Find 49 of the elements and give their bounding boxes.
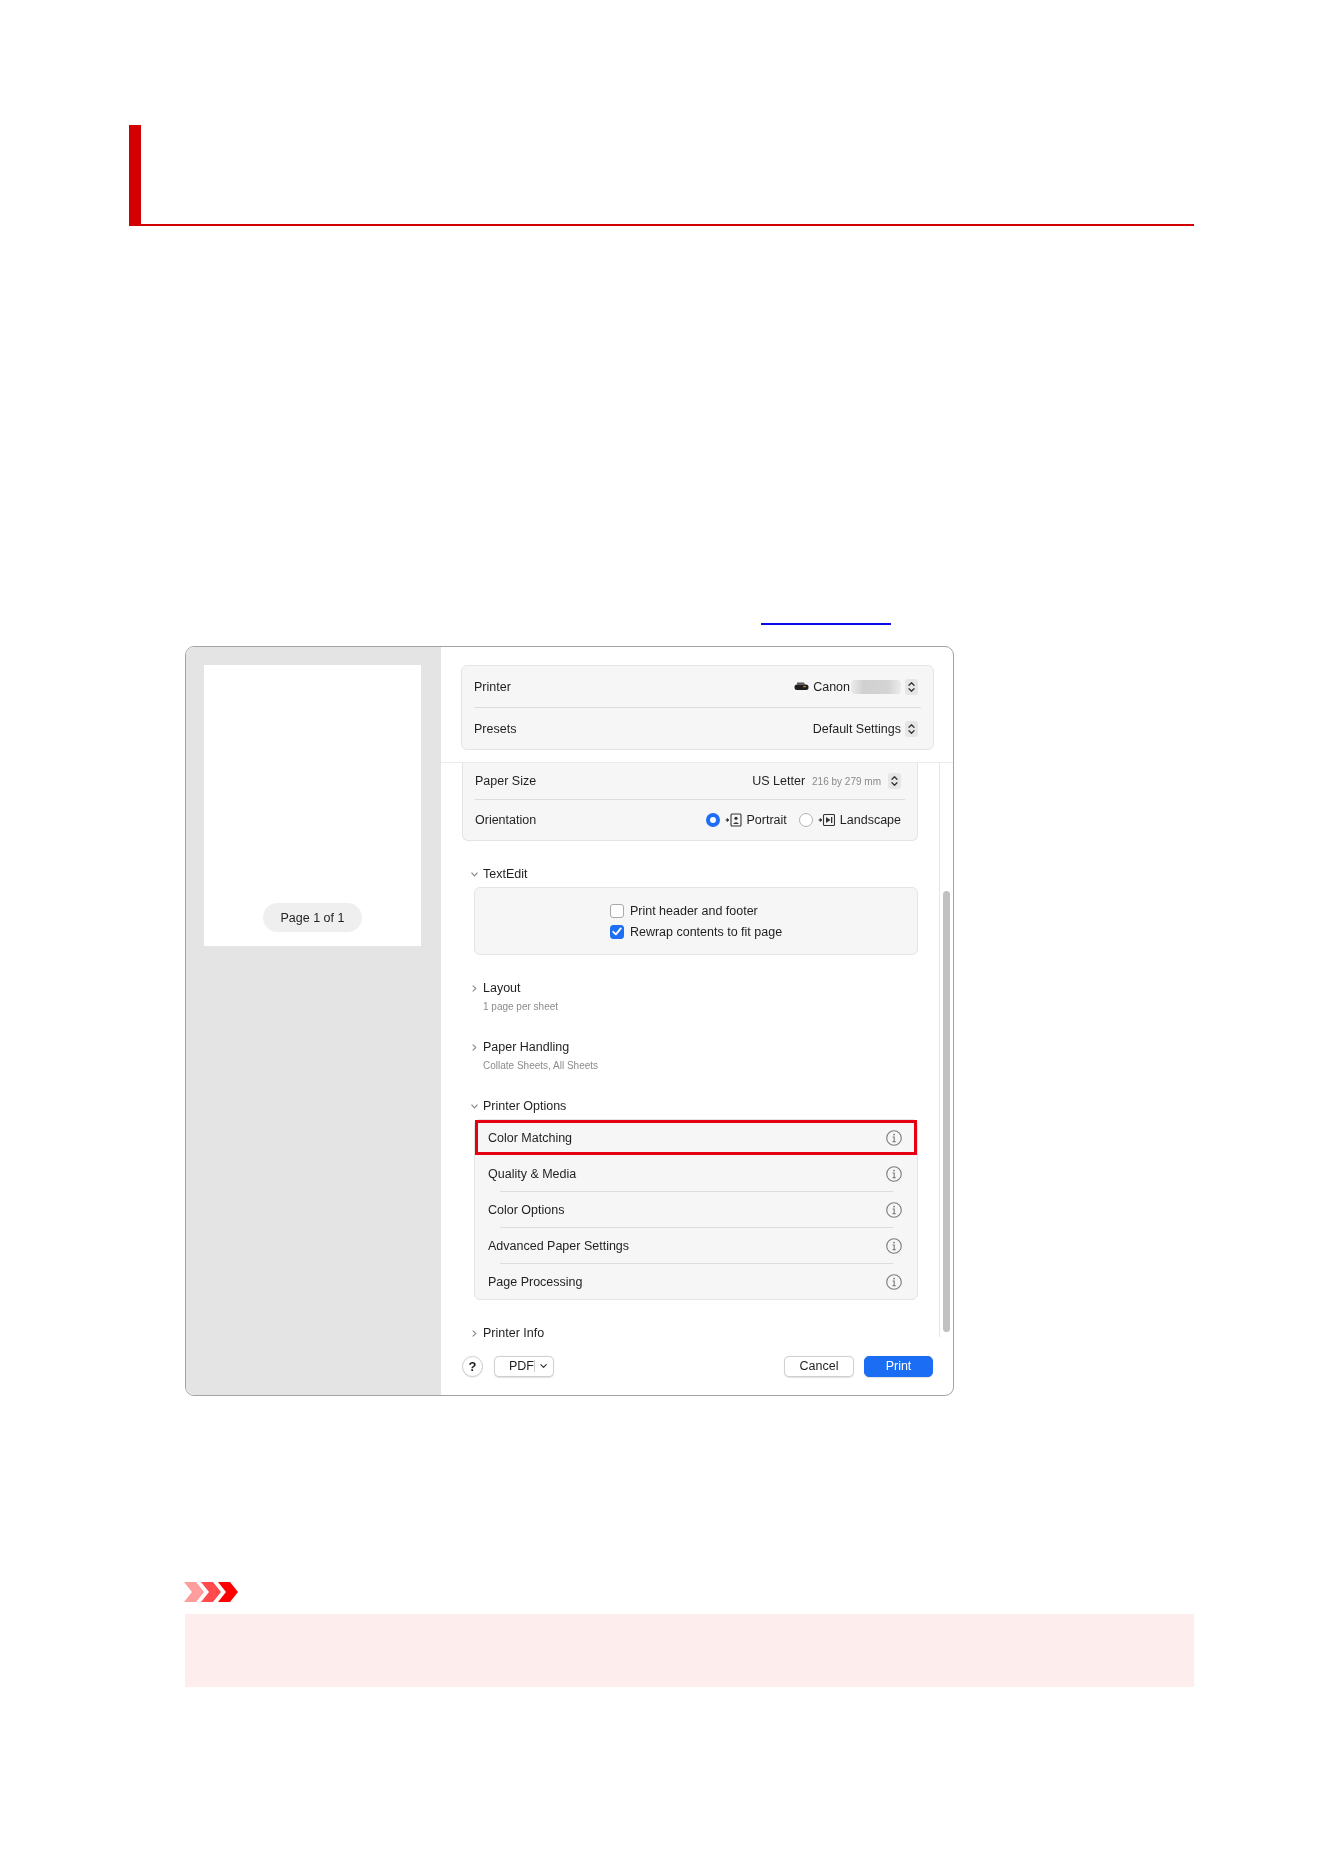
scrollbar-thumb[interactable] — [943, 891, 950, 1332]
radio-button[interactable] — [798, 813, 813, 827]
popup-button[interactable]: Default Settings — [812, 720, 918, 737]
radio-label: Landscape — [839, 813, 901, 827]
checkbox[interactable] — [609, 924, 624, 939]
radio-button[interactable] — [705, 813, 720, 827]
field-label: Orientation — [475, 813, 537, 827]
disclosure-header[interactable]: Paper Handling — [462, 1038, 570, 1056]
radio-label: Portrait — [746, 813, 787, 827]
checkbox[interactable] — [609, 903, 624, 918]
checkbox-label: Print header and footer — [629, 903, 758, 918]
option-row[interactable]: Quality & Media — [475, 1156, 917, 1191]
printer-icon — [794, 682, 810, 691]
info-icon[interactable] — [886, 1237, 902, 1254]
chevron-down-icon — [539, 1363, 547, 1369]
disclosure-header[interactable]: Printer Options — [462, 1097, 567, 1115]
option-row[interactable]: Color Matching — [475, 1120, 917, 1155]
checkbox-label: Rewrap contents to fit page — [629, 924, 783, 939]
info-icon[interactable] — [886, 1201, 902, 1218]
option-row[interactable]: Page Processing — [475, 1264, 917, 1299]
portrait-page-icon — [724, 813, 742, 827]
option-row[interactable]: Advanced Paper Settings — [475, 1228, 917, 1263]
info-icon[interactable] — [886, 1165, 902, 1182]
stepper-icon[interactable] — [888, 773, 901, 789]
popup-button[interactable]: Canon — [794, 678, 918, 695]
help-button[interactable]: ? — [462, 1355, 483, 1377]
field-label: Presets — [474, 721, 517, 736]
option-row[interactable]: Color Options — [475, 1192, 917, 1227]
paper-dimensions: 216 by 279 mm — [812, 775, 881, 787]
section-summary: Collate Sheets, All Sheets — [483, 1059, 599, 1073]
blurred-patch — [851, 679, 901, 694]
checkmark-icon — [611, 927, 622, 936]
field-label: Paper Size — [475, 774, 537, 788]
page-indicator: Page 1 of 1 — [262, 903, 363, 932]
cancel-button[interactable]: Cancel — [784, 1355, 854, 1377]
info-icon[interactable] — [886, 1273, 902, 1290]
field-label: Printer — [474, 679, 511, 694]
info-icon[interactable] — [886, 1129, 902, 1146]
pdf-menu-button[interactable]: PDF — [494, 1355, 554, 1377]
disclosure-header[interactable]: TextEdit — [462, 865, 528, 883]
landscape-page-icon — [817, 813, 835, 827]
section-summary: 1 page per sheet — [483, 1000, 559, 1014]
triple-chevron-icon — [184, 1582, 238, 1602]
disclosure-header[interactable]: Layout — [462, 979, 521, 997]
stepper-icon[interactable] — [905, 720, 918, 737]
disclosure-header[interactable]: Printer Info — [462, 1324, 545, 1337]
popup-button[interactable]: US Letter 216 by 279 mm — [752, 773, 901, 789]
print-button[interactable]: Print — [864, 1355, 933, 1377]
stepper-icon[interactable] — [905, 678, 918, 695]
